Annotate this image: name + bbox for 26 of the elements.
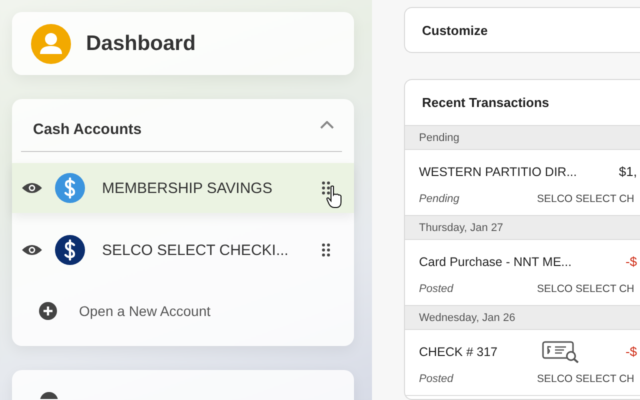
account-name: SELCO SELECT CHECKI...	[102, 242, 290, 258]
card-title: Recent Transactions	[422, 95, 550, 110]
transaction-description: WESTERN PARTITIO DIR...	[419, 164, 577, 180]
transaction-status: Posted	[419, 282, 454, 294]
transaction-description: CHECK # 317	[419, 344, 498, 360]
date-group-header: Thursday, Jan 27	[419, 222, 504, 234]
account-name: SELCO SELECT CH	[537, 372, 634, 384]
account-row[interactable]: SELCO SELECT CHECKI...	[12, 225, 354, 275]
transaction-status: Posted	[419, 372, 454, 384]
open-account-link[interactable]: Open a New Account	[39, 302, 211, 320]
account-name: MEMBERSHIP SAVINGS	[102, 180, 274, 196]
customize-button[interactable]: Customize	[404, 7, 640, 53]
account-name: SELCO SELECT CH	[537, 192, 634, 204]
transaction-row[interactable]: CHECK # 317 -$ Posted SELCO SELECT CH	[405, 330, 640, 396]
account-row[interactable]: MEMBERSHIP SAVINGS	[12, 163, 354, 213]
dashboard-title: Dashboard	[86, 32, 196, 56]
account-name: SELCO SELECT CH	[537, 282, 634, 294]
date-group-header: Pending	[419, 132, 460, 144]
transaction-status: Pending	[419, 192, 460, 204]
transaction-description: Card Purchase - NNT ME...	[419, 254, 572, 270]
date-group-header: Wednesday, Jan 26	[419, 312, 516, 324]
open-account-label: Open a New Account	[79, 303, 211, 319]
transaction-amount: -$	[625, 254, 637, 270]
transaction-amount: -$	[625, 344, 637, 360]
transaction-amount: $1,	[618, 164, 637, 180]
section-title: Cash Accounts	[33, 120, 142, 138]
